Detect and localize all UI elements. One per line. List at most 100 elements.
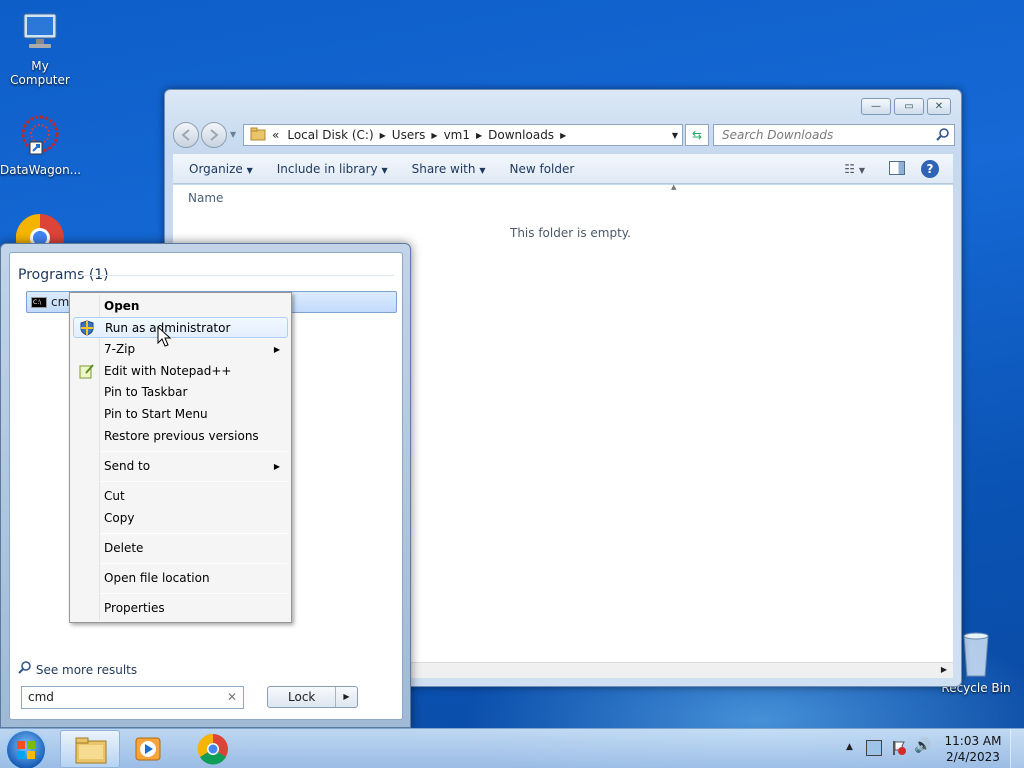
back-arrow-icon (181, 129, 190, 141)
breadcrumb-local-disk[interactable]: Local Disk (C:) (287, 128, 373, 142)
folder-icon (250, 127, 266, 144)
empty-folder-message: This folder is empty. (510, 226, 631, 240)
maximize-button[interactable]: ▭ (894, 98, 924, 115)
network-icon[interactable] (866, 740, 882, 756)
show-desktop-button[interactable] (1010, 729, 1024, 768)
taskbar-chrome[interactable] (196, 733, 230, 765)
include-in-library-menu[interactable]: Include in library ▼ (277, 162, 388, 176)
menu-separator (101, 593, 287, 594)
breadcrumb-vm1[interactable]: vm1 (444, 128, 470, 142)
forward-button[interactable] (201, 122, 227, 148)
window-controls: — ▭ ✕ (861, 98, 951, 115)
desktop-icon-label: My Computer (10, 59, 70, 87)
scroll-right-icon[interactable]: ▶ (941, 665, 947, 674)
navigation-bar: ▼ « Local Disk (C:) ▶ Users ▶ vm1 ▶ Down… (173, 122, 955, 148)
lock-button[interactable]: Lock ▶ (267, 686, 358, 708)
sort-indicator-icon: ▲ (671, 183, 677, 191)
share-with-menu[interactable]: Share with ▼ (412, 162, 486, 176)
cmd-icon: C:\ (31, 297, 47, 308)
clock-time: 11:03 AM (944, 734, 1002, 748)
menu-item-label: Send to (104, 459, 151, 473)
menu-item-pin-to-taskbar[interactable]: Pin to Taskbar (73, 382, 288, 403)
media-player-icon (135, 737, 161, 761)
preview-pane-icon[interactable] (889, 161, 905, 175)
chevron-down-icon: ▼ (479, 165, 486, 175)
clock-date: 2/4/2023 (946, 750, 1000, 764)
show-hidden-icons[interactable]: ▲ (846, 742, 853, 752)
organize-menu[interactable]: Organize ▼ (189, 162, 253, 176)
menu-item-pin-to-start-menu[interactable]: Pin to Start Menu (73, 404, 288, 425)
breadcrumb-separator-icon[interactable]: ▶ (560, 131, 566, 140)
chevron-down-icon: ▼ (246, 165, 253, 175)
help-icon[interactable]: ? (921, 160, 939, 178)
action-center-icon[interactable] (891, 740, 907, 756)
search-placeholder: Search Downloads (722, 128, 834, 142)
submenu-arrow-icon: ▶ (273, 345, 280, 354)
view-options-icon[interactable]: ☷ ▼ (844, 162, 865, 176)
back-button[interactable] (173, 122, 199, 148)
chevron-down-icon: ▼ (381, 165, 388, 175)
desktop-icon-my-computer[interactable]: My Computer (0, 8, 80, 87)
start-button[interactable] (7, 731, 45, 768)
menu-item-7zip[interactable]: 7-Zip ▶ (73, 339, 288, 360)
refresh-button[interactable]: ⇆ (685, 124, 709, 146)
command-bar: Organize ▼ Include in library ▼ Share wi… (173, 154, 953, 184)
menu-item-delete[interactable]: Delete (73, 538, 288, 559)
breadcrumb-prefix[interactable]: « (272, 128, 279, 142)
horizontal-scrollbar[interactable]: ▶ (411, 662, 953, 678)
search-icon[interactable] (936, 127, 950, 144)
forward-arrow-icon (210, 129, 219, 141)
computer-icon (16, 8, 64, 56)
menu-separator (101, 533, 287, 534)
folder-icon (75, 737, 107, 764)
desktop-icon-datawagon[interactable]: DataWagon... (0, 112, 82, 177)
share-label: Share with (411, 161, 476, 176)
refresh-icon: ⇆ (691, 128, 703, 142)
breadcrumb-separator-icon[interactable]: ▶ (431, 131, 437, 140)
breadcrumb-separator-icon[interactable]: ▶ (476, 131, 482, 140)
address-bar[interactable]: « Local Disk (C:) ▶ Users ▶ vm1 ▶ Downlo… (243, 124, 683, 146)
volume-icon[interactable]: 🔊 (914, 738, 931, 754)
clock[interactable]: 11:03 AM 2/4/2023 (940, 733, 1006, 765)
menu-item-label: 7-Zip (104, 342, 136, 356)
clear-search-icon[interactable]: ✕ (227, 690, 237, 704)
menu-separator (101, 481, 287, 482)
search-downloads-input[interactable]: Search Downloads (713, 124, 955, 146)
taskbar-explorer[interactable] (60, 730, 120, 768)
search-value: cmd (28, 690, 54, 704)
menu-item-cut[interactable]: Cut (73, 486, 288, 507)
windows-logo-icon (17, 741, 35, 759)
shutdown-options-icon[interactable]: ▶ (335, 687, 357, 707)
search-icon (18, 661, 32, 677)
datawagon-icon (16, 112, 64, 160)
menu-item-open-file-location[interactable]: Open file location (73, 568, 288, 589)
recent-pages-chevron-icon[interactable]: ▼ (230, 130, 236, 139)
menu-item-run-as-administrator[interactable]: Run as administrator (73, 317, 288, 338)
menu-item-copy[interactable]: Copy (73, 508, 288, 529)
column-header-name[interactable]: Name (188, 191, 223, 205)
lock-label: Lock (288, 690, 316, 704)
organize-label: Organize (189, 161, 243, 176)
include-label: Include in library (276, 161, 378, 176)
see-more-label: See more results (35, 663, 138, 677)
menu-item-open[interactable]: Open (73, 296, 288, 317)
taskbar-media-player[interactable] (132, 733, 166, 765)
breadcrumb-separator-icon[interactable]: ▶ (380, 131, 386, 140)
address-dropdown-icon[interactable]: ▼ (672, 131, 678, 140)
menu-item-restore-previous-versions[interactable]: Restore previous versions (73, 426, 288, 447)
menu-item-send-to[interactable]: Send to ▶ (73, 456, 288, 477)
menu-item-properties[interactable]: Properties (73, 598, 288, 619)
minimize-button[interactable]: — (861, 98, 891, 115)
start-search-input[interactable]: cmd ✕ (21, 686, 244, 709)
see-more-results-link[interactable]: See more results (18, 660, 137, 677)
context-menu: Open Run as administrator 7-Zip ▶ Edit w… (69, 292, 292, 623)
chrome-icon (197, 733, 228, 765)
breadcrumb-users[interactable]: Users (392, 128, 426, 142)
menu-separator (101, 563, 287, 564)
menu-item-edit-with-notepadpp[interactable]: Edit with Notepad++ (73, 361, 288, 382)
submenu-arrow-icon: ▶ (273, 462, 280, 471)
desktop-icon-label: DataWagon... (0, 163, 82, 177)
new-folder-button[interactable]: New folder (509, 162, 574, 176)
close-button[interactable]: ✕ (927, 98, 951, 115)
breadcrumb-downloads[interactable]: Downloads (488, 128, 554, 142)
